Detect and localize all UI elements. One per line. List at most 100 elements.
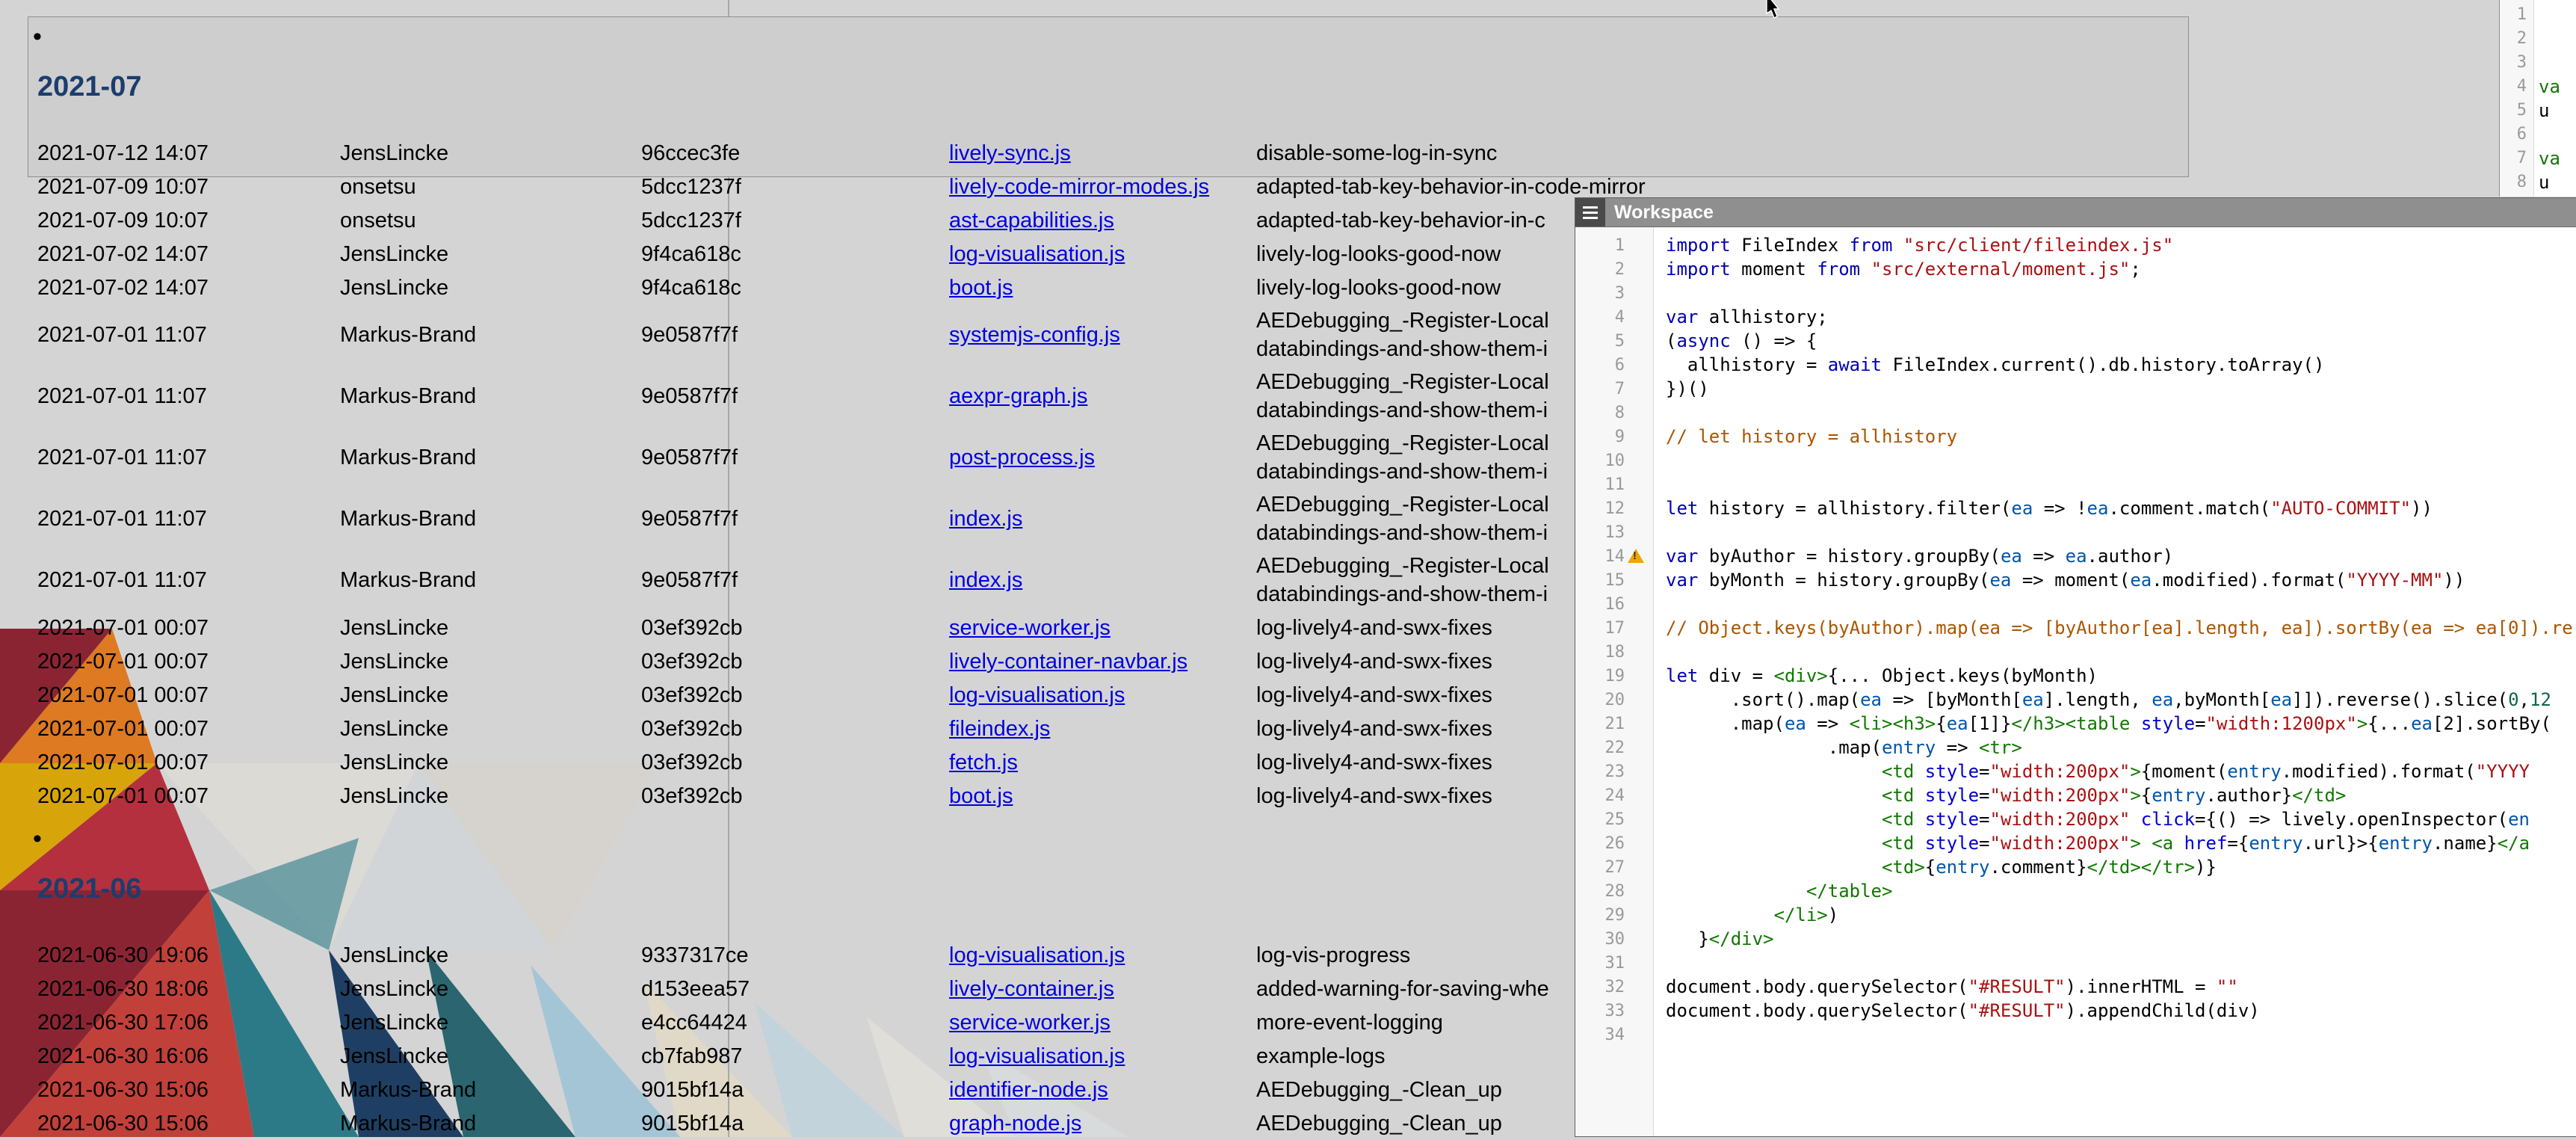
gutter-line: 1 [1575,233,1653,257]
gutter-line: 32 [1575,975,1653,999]
file-link[interactable]: service-worker.js [949,1011,1111,1035]
commit-file-cell: log-visualisation.js [949,240,1256,268]
commit-hash: 03ef392cb [641,681,949,709]
line-number: 9 [1575,428,1625,446]
gutter-line: 22 [1575,736,1653,760]
commit-hash: 5dcc1237f [641,206,949,235]
lint-marker-slot [1625,281,1647,305]
code-line: <td style="width:200px" click={() => liv… [1666,807,2576,831]
commit-comment-line: adapted-tab-key-behavior-in-code-mirror [1256,173,1974,201]
file-link[interactable]: log-visualisation.js [949,943,1125,967]
commit-file-cell: service-worker.js [949,614,1256,642]
commit-author: Markus-Brand [340,382,641,410]
code-line [2539,51,2576,75]
commit-date: 2021-07-09 10:07 [37,173,340,201]
commit-date: 2021-07-02 14:07 [37,274,340,302]
workspace-titlebar[interactable]: Workspace [1575,198,2576,227]
lint-marker-slot [1625,520,1647,544]
gutter-line: 17 [1575,616,1653,640]
file-link[interactable]: log-visualisation.js [949,683,1125,707]
commit-file-cell: service-worker.js [949,1008,1256,1037]
commit-hash: 9f4ca618c [641,274,949,302]
file-link[interactable]: log-visualisation.js [949,1044,1125,1068]
lint-marker-slot [1625,879,1647,903]
lint-warning-icon[interactable] [1628,549,1644,563]
gutter-line: 19 [1575,664,1653,688]
gutter-line: 31 [1575,951,1653,975]
file-link[interactable]: boot.js [949,784,1013,808]
window-menu-icon[interactable] [1575,198,1605,227]
file-link[interactable]: identifier-node.js [949,1078,1108,1102]
line-number: 8 [2500,170,2530,194]
gutter-line: 14 [1575,544,1653,568]
month-heading: 2021-07 [33,69,2245,105]
code-line [1666,1023,2576,1047]
file-link[interactable]: lively-container-navbar.js [949,650,1187,674]
commit-hash: 9015bf14a [641,1076,949,1104]
commit-date: 2021-06-30 16:06 [37,1042,340,1070]
gutter-line: 18 [1575,640,1653,664]
code-line [2539,123,2576,147]
code-line: let div = <div>{... Object.keys(byMonth) [1666,664,2576,688]
lint-marker-slot [1625,855,1647,879]
commit-author: JensLincke [340,274,641,302]
gutter-line: 16 [1575,592,1653,616]
commit-file-cell: graph-node.js [949,1109,1256,1138]
code-line: document.body.querySelector("#RESULT").a… [1666,999,2576,1023]
file-link[interactable]: boot.js [949,276,1013,300]
line-number: 4 [1575,308,1625,327]
line-number: 2 [2500,27,2530,51]
line-number: 19 [1575,667,1625,685]
line-number: 20 [1575,691,1625,709]
code-line: var byMonth = history.groupBy(ea => mome… [1666,568,2576,592]
commit-file-cell: index.js [949,505,1256,533]
code-line: u [2539,170,2576,194]
lint-marker-slot [1625,975,1647,999]
commit-date: 2021-07-01 00:07 [37,614,340,642]
commit-hash: 9e0587f7f [641,443,949,472]
file-link[interactable]: graph-node.js [949,1112,1081,1136]
gutter-line: 20 [1575,688,1653,712]
code-line [1666,281,2576,305]
file-link[interactable]: lively-container.js [949,977,1114,1001]
file-link[interactable]: index.js [949,568,1022,592]
file-link[interactable]: lively-code-mirror-modes.js [949,175,1209,199]
file-link[interactable]: fileindex.js [949,717,1050,741]
commit-date: 2021-06-30 18:06 [37,975,340,1003]
gutter-line: 29 [1575,903,1653,927]
file-link[interactable]: service-worker.js [949,616,1111,640]
lint-marker-slot [1625,472,1647,496]
gutter-line: 13 [1575,520,1653,544]
file-link[interactable]: fetch.js [949,751,1018,774]
code-line: <td style="width:200px">{moment(entry.mo… [1666,760,2576,783]
file-link[interactable]: aexpr-graph.js [949,384,1087,408]
side-editor[interactable]: 12345678 vau vau [2499,0,2576,197]
gutter-line: 26 [1575,831,1653,855]
lint-marker-slot [1625,616,1647,640]
lint-marker-slot [1625,903,1647,927]
lint-marker-slot [1625,353,1647,377]
file-link[interactable]: ast-capabilities.js [949,209,1114,232]
side-editor-code[interactable]: vau vau [2534,0,2576,197]
workspace-code-area[interactable]: import FileIndex from "src/client/filein… [1654,227,2576,1136]
code-line [1666,640,2576,664]
commit-file-cell: boot.js [949,782,1256,810]
workspace-editor[interactable]: 1234567891011121314151617181920212223242… [1575,227,2576,1136]
commit-hash: 03ef392cb [641,715,949,743]
line-number: 7 [1575,380,1625,398]
file-link[interactable]: index.js [949,507,1022,531]
lint-marker-slot [1625,544,1647,568]
commit-author: JensLincke [340,1042,641,1070]
code-line [1666,592,2576,616]
file-link[interactable]: post-process.js [949,446,1095,469]
commit-hash: 03ef392cb [641,748,949,777]
commit-author: onsetsu [340,173,641,201]
code-line: .sort().map(ea => [byMonth[ea].length, e… [1666,688,2576,712]
file-link[interactable]: log-visualisation.js [949,242,1125,266]
gutter-line: 12 [1575,496,1653,520]
mouse-cursor [1764,0,1782,19]
file-link[interactable]: lively-sync.js [949,141,1071,165]
file-link[interactable]: systemjs-config.js [949,323,1120,347]
code-line: // let history = allhistory [1666,425,2576,449]
lint-marker-slot [1625,640,1647,664]
